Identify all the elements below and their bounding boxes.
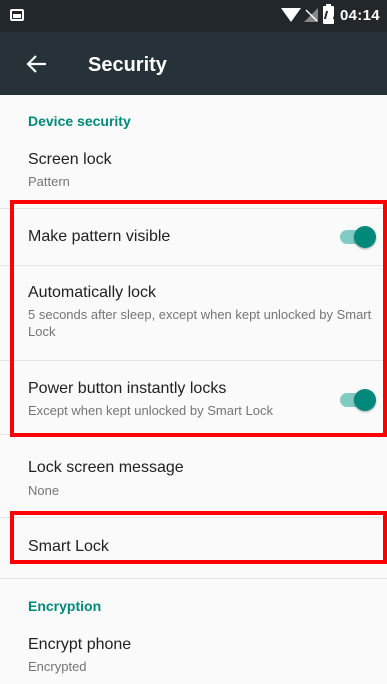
section-header-device-security: Device security	[28, 113, 131, 129]
screen-lock-title: Screen lock	[28, 151, 112, 168]
section-header-encryption: Encryption	[28, 598, 102, 614]
signal-icon	[304, 8, 318, 22]
lock-screen-message-title: Lock screen message	[28, 459, 184, 476]
wifi-icon	[281, 8, 301, 22]
arrow-back-icon[interactable]	[26, 54, 48, 74]
lock-screen-message-item[interactable]: Lock screen message None	[0, 435, 387, 515]
app-bar: Security	[0, 32, 387, 95]
status-bar: 04:14	[0, 0, 387, 32]
encrypt-phone-title: Encrypt phone	[28, 636, 132, 653]
divider	[0, 578, 387, 579]
encrypt-phone-item[interactable]: Encrypt phone Encrypted	[0, 622, 387, 684]
status-time: 04:14	[340, 7, 380, 24]
page-title: Security	[88, 54, 167, 76]
screen-lock-subtitle: Pattern	[28, 174, 70, 189]
highlight-box-smart-lock	[10, 511, 387, 564]
highlight-box-lock-settings	[10, 200, 387, 437]
lock-screen-message-subtitle: None	[28, 483, 60, 498]
screen-lock-item[interactable]: Screen lock Pattern	[0, 139, 387, 207]
image-icon	[10, 9, 24, 21]
encrypt-phone-subtitle: Encrypted	[28, 659, 87, 674]
battery-icon	[323, 4, 334, 24]
